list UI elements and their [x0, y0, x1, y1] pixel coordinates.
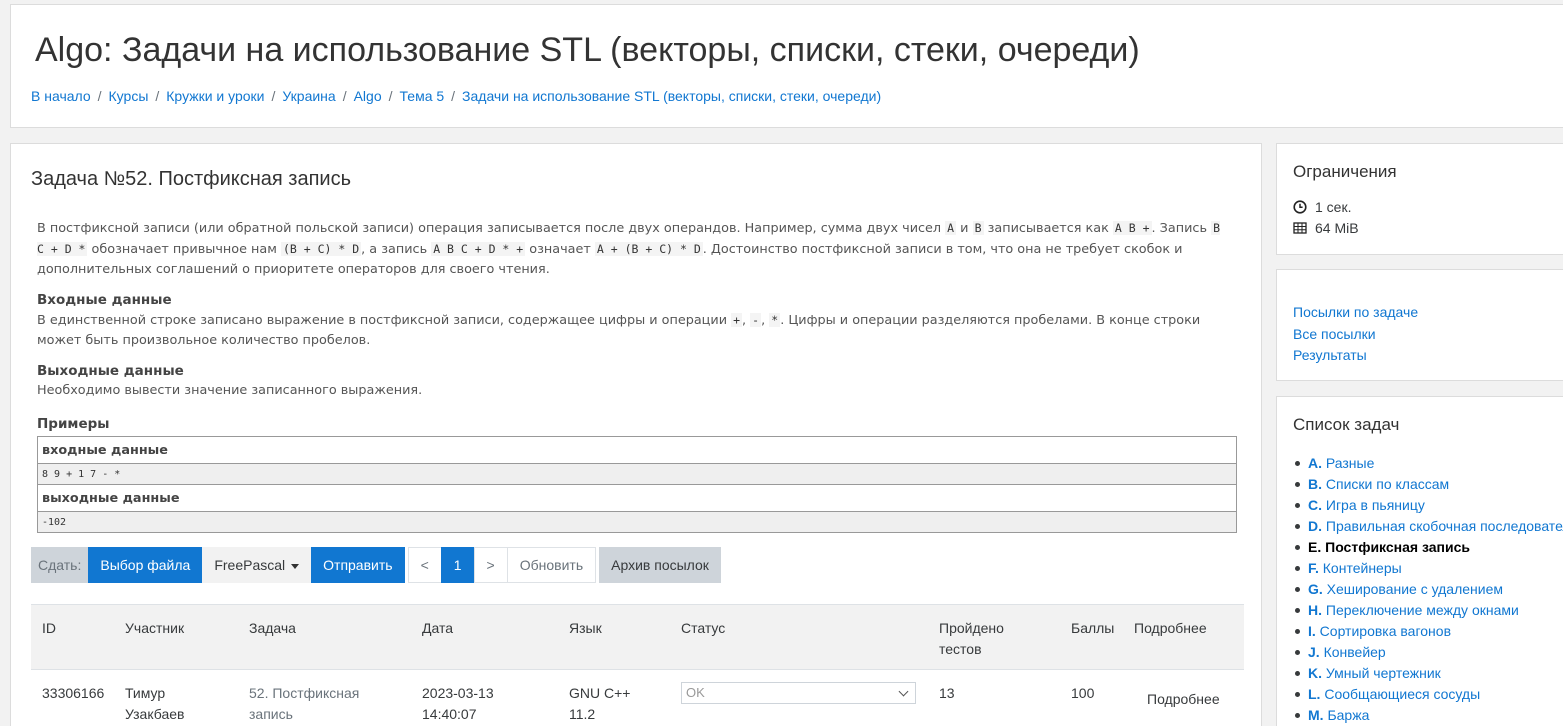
chevron-down-icon	[898, 686, 909, 697]
examples-table: входные данные 8 9 + 1 7 - * выходные да…	[37, 436, 1237, 533]
col-task: Задача	[249, 620, 296, 636]
time-limit: 1 сек.	[1293, 199, 1351, 215]
memory-limit: 64 MiB	[1293, 220, 1359, 236]
row-passed: 13	[939, 685, 955, 701]
breadcrumb-clubs[interactable]: Кружки и уроки	[166, 88, 264, 104]
list-item[interactable]: B. Списки по классам	[1293, 474, 1563, 495]
list-item[interactable]: F. Контейнеры	[1293, 558, 1563, 579]
col-id: ID	[42, 620, 56, 636]
tasklist: A. Разные B. Списки по классам C. Игра в п…	[1293, 453, 1563, 726]
list-item[interactable]: A. Разные	[1293, 453, 1563, 474]
examples-title: Примеры	[37, 416, 110, 432]
list-item[interactable]: M. Баржа	[1293, 705, 1563, 726]
limits-title: Ограничения	[1293, 162, 1397, 181]
breadcrumb-algo[interactable]: Algo	[354, 88, 382, 104]
clock-icon	[1293, 200, 1307, 214]
breadcrumb-topic[interactable]: Тема 5	[400, 88, 445, 104]
prev-page-button[interactable]: <	[407, 547, 442, 583]
tasklist-title: Список задач	[1293, 415, 1400, 434]
status-value: OK	[686, 685, 705, 700]
example-input-label: входные данные	[37, 436, 1237, 464]
task-submissions-link[interactable]: Посылки по задаче	[1293, 304, 1418, 320]
language-select[interactable]: FreePascal	[202, 547, 312, 583]
list-item: E. Постфиксная запись	[1293, 537, 1563, 558]
results-link[interactable]: Результаты	[1293, 347, 1367, 363]
send-button[interactable]: Отправить	[311, 547, 405, 583]
submissions-header: ID Участник Задача Дата Язык Статус Прой…	[31, 604, 1244, 670]
list-item[interactable]: D. Правильная скобочная последовательнос…	[1293, 516, 1563, 537]
col-lang: Язык	[569, 620, 602, 636]
breadcrumb-ukraine[interactable]: Украина	[282, 88, 335, 104]
row-score: 100	[1071, 685, 1095, 701]
page-title: Algo: Задачи на использование STL (векто…	[35, 31, 1140, 69]
submissions-table: ID Участник Задача Дата Язык Статус Прой…	[31, 604, 1244, 726]
submit-label: Сдать:	[31, 547, 89, 583]
row-date: 2023-03-13 14:40:07	[422, 685, 494, 722]
row-details-link[interactable]: Подробнее	[1147, 689, 1220, 710]
status-select[interactable]: OK	[681, 682, 916, 704]
breadcrumb-courses[interactable]: Курсы	[109, 88, 149, 104]
col-date: Дата	[422, 620, 454, 636]
breadcrumb-current[interactable]: Задачи на использование STL (векторы, сп…	[462, 88, 881, 104]
page-header: Algo: Задачи на использование STL (векто…	[10, 4, 1563, 128]
table-row: 33306166 Тимур Узакбаев 52. Постфиксная за…	[31, 670, 1244, 726]
input-section-title: Входные данные	[37, 292, 172, 308]
output-section-title: Выходные данные	[37, 363, 184, 379]
archive-button[interactable]: Архив посылок	[599, 547, 721, 583]
refresh-button[interactable]: Обновить	[506, 547, 597, 583]
list-item[interactable]: K. Умный чертежник	[1293, 663, 1563, 684]
example-output-value: -102	[37, 511, 1237, 533]
task-card: Задача №52. Постфиксная запись В постфик…	[10, 143, 1262, 726]
list-item[interactable]: H. Переключение между окнами	[1293, 600, 1563, 621]
all-submissions-link[interactable]: Все посылки	[1293, 326, 1376, 342]
tasklist-card: Список задач A. Разные B. Списки по класс…	[1276, 396, 1563, 726]
links-card: Посылки по задаче Все посылки Результаты	[1276, 269, 1563, 381]
language-value: FreePascal	[214, 557, 286, 573]
page-1-button[interactable]: 1	[440, 547, 475, 583]
breadcrumb-home[interactable]: В начало	[31, 88, 91, 104]
table-icon	[1293, 222, 1307, 234]
col-passed: Пройдено тестов	[939, 620, 1004, 657]
row-task: 52. Постфиксная запись	[249, 685, 360, 722]
example-output-label: выходные данные	[37, 484, 1237, 512]
input-section-text: В единственной строке записано выражение…	[37, 313, 1201, 348]
col-status: Статус	[681, 620, 726, 636]
breadcrumb: В начало / Курсы / Кружки и уроки / Украина / Al…	[31, 88, 882, 104]
pagination: < 1 > Обновить	[407, 547, 597, 583]
col-user: Участник	[125, 620, 185, 636]
list-item[interactable]: J. Конвейер	[1293, 642, 1563, 663]
col-score: Баллы	[1071, 620, 1115, 636]
task-title: Задача №52. Постфиксная запись	[31, 168, 351, 190]
row-user: Тимур Узакбаев	[125, 685, 185, 722]
output-section-text: Необходимо вывести значение записанного …	[37, 383, 423, 398]
submit-bar: Сдать: Выбор файла FreePascal Отправить …	[31, 547, 721, 583]
example-input-value: 8 9 + 1 7 - *	[37, 463, 1237, 485]
next-page-button[interactable]: >	[473, 547, 508, 583]
list-item[interactable]: G. Хеширование с удалением	[1293, 579, 1563, 600]
row-id: 33306166	[42, 685, 105, 701]
col-details: Подробнее	[1134, 620, 1207, 636]
choose-file-button[interactable]: Выбор файла	[88, 547, 203, 583]
caret-down-icon	[291, 563, 300, 569]
list-item[interactable]: C. Игра в пьяницу	[1293, 495, 1563, 516]
limits-card: Ограничения 1 сек. 64 MiB	[1276, 143, 1563, 255]
list-item[interactable]: I. Сортировка вагонов	[1293, 621, 1563, 642]
task-statement: В постфиксной записи (или обратной польс…	[37, 218, 1227, 401]
row-lang: GNU C++ 11.2	[569, 685, 631, 722]
statement-paragraph: В постфиксной записи (или обратной польс…	[37, 221, 1220, 277]
list-item[interactable]: L. Сообщающиеся сосуды	[1293, 684, 1563, 705]
